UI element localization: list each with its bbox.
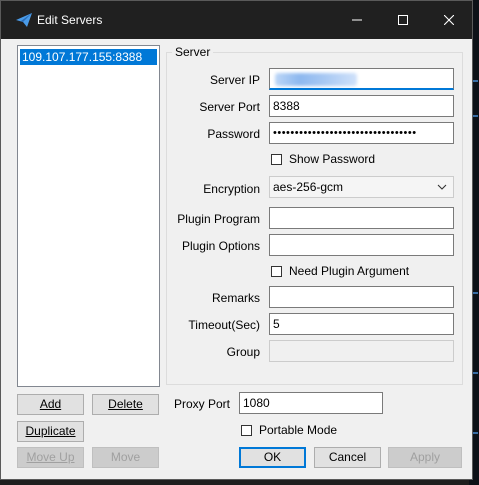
maximize-button[interactable] [380, 1, 426, 39]
move-button[interactable]: Move [92, 447, 159, 468]
plugin-program-label: Plugin Program [177, 212, 260, 226]
show-password-label: Show Password [289, 152, 376, 166]
proxy-port-input[interactable]: 1080 [239, 392, 383, 414]
paper-plane-icon [16, 13, 32, 27]
move-up-button[interactable]: Move Up [17, 447, 84, 468]
group-input[interactable] [269, 340, 454, 362]
server-list[interactable]: 109.107.177.155:8388 [17, 45, 160, 387]
server-ip-label: Server IP [209, 73, 260, 87]
timeout-label: Timeout(Sec) [188, 318, 260, 332]
server-ip-input[interactable] [269, 68, 454, 90]
move-button-label: Move [110, 450, 141, 464]
portable-mode-checkbox[interactable]: Portable Mode [241, 423, 337, 437]
proxy-port-label: Proxy Port [173, 397, 230, 411]
server-group-title: Server [172, 45, 214, 59]
need-plugin-argument-checkbox[interactable]: Need Plugin Argument [271, 264, 409, 278]
redacted-ip-blur [275, 73, 357, 86]
plugin-options-label: Plugin Options [181, 239, 260, 253]
show-password-checkbox-box[interactable] [271, 153, 282, 165]
add-button[interactable]: Add [17, 394, 84, 415]
remarks-input[interactable] [269, 286, 454, 308]
encryption-select[interactable]: aes-256-gcm [269, 176, 454, 198]
need-plugin-argument-checkbox-box[interactable] [271, 265, 282, 277]
encryption-label: Encryption [203, 182, 260, 196]
title-bar[interactable]: Edit Servers [1, 1, 472, 39]
server-list-item[interactable]: 109.107.177.155:8388 [20, 49, 157, 65]
move-up-button-label: Move Up [26, 450, 75, 464]
group-label: Group [226, 345, 260, 359]
ok-button[interactable]: OK [239, 447, 306, 468]
server-port-label: Server Port [199, 100, 260, 114]
password-input[interactable]: ••••••••••••••••••••••••••••••••• [269, 122, 454, 144]
show-password-checkbox[interactable]: Show Password [271, 152, 375, 166]
cancel-button-label: Cancel [328, 450, 367, 464]
edit-servers-window: Edit Servers 109.107.177.155:8388 Add De… [0, 0, 473, 480]
portable-mode-label: Portable Mode [259, 423, 338, 437]
maximize-icon [398, 15, 408, 25]
close-icon [444, 15, 454, 25]
minimize-icon [352, 19, 362, 21]
add-button-label: Add [39, 397, 62, 411]
minimize-button[interactable] [334, 1, 380, 39]
duplicate-button-label: Duplicate [25, 424, 76, 438]
apply-button-label: Apply [409, 450, 441, 464]
encryption-value: aes-256-gcm [273, 180, 344, 194]
server-port-input[interactable]: 8388 [269, 95, 454, 117]
need-plugin-argument-label: Need Plugin Argument [289, 264, 410, 278]
portable-mode-checkbox-box[interactable] [241, 424, 252, 436]
chevron-down-icon [437, 184, 447, 190]
plugin-options-input[interactable] [269, 234, 454, 256]
ok-button-label: OK [263, 450, 282, 464]
close-button[interactable] [426, 1, 472, 39]
duplicate-button[interactable]: Duplicate [17, 421, 84, 442]
remarks-label: Remarks [211, 291, 260, 305]
window-title: Edit Servers [37, 13, 103, 27]
apply-button[interactable]: Apply [388, 447, 462, 468]
plugin-program-input[interactable] [269, 207, 454, 229]
cancel-button[interactable]: Cancel [314, 447, 381, 468]
password-label: Password [207, 127, 260, 141]
timeout-input[interactable]: 5 [269, 313, 454, 335]
